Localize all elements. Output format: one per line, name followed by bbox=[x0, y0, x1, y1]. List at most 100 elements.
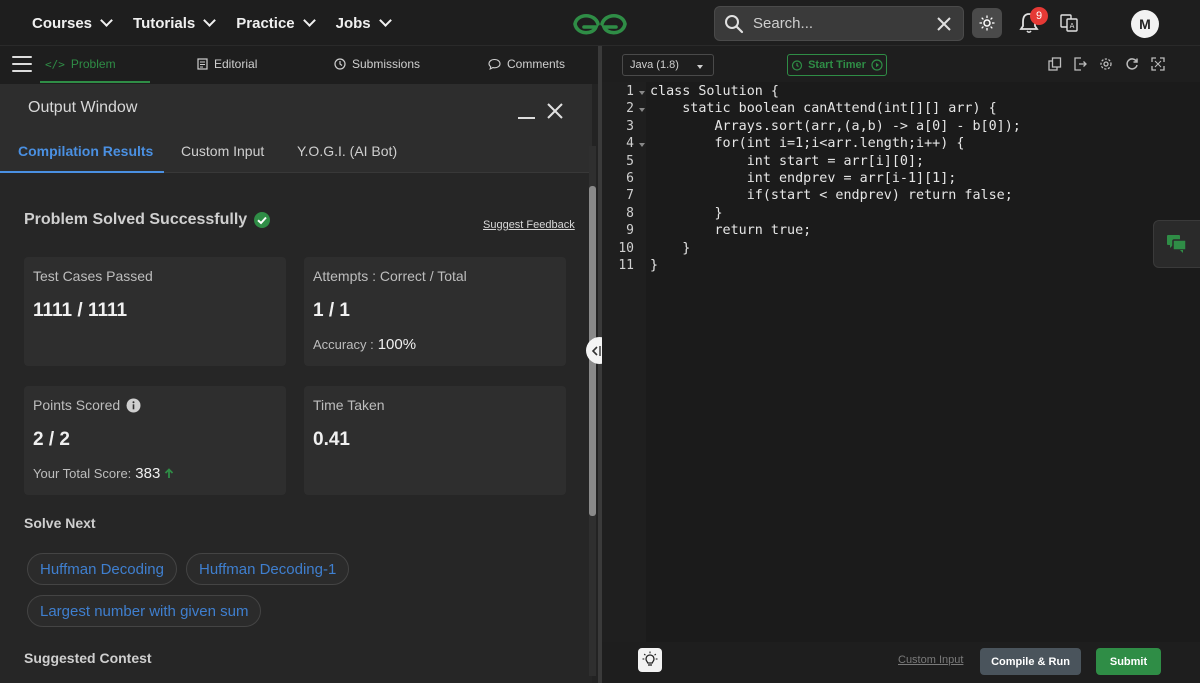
total-score-label: Your Total Score: bbox=[33, 466, 132, 481]
settings-icon[interactable] bbox=[1099, 57, 1113, 71]
top-nav: Courses Tutorials Practice Jobs 9 A M bbox=[0, 0, 1200, 46]
chevron-down-icon bbox=[100, 14, 113, 27]
code-line: class Solution { bbox=[650, 84, 779, 99]
line-number: 5 bbox=[626, 153, 634, 169]
attempts-value: 1 / 1 bbox=[313, 300, 350, 321]
points-card: Points Scored 2 / 2 Your Total Score: 38… bbox=[24, 386, 286, 495]
theme-toggle-button[interactable] bbox=[972, 8, 1002, 38]
fold-arrow-icon[interactable] bbox=[639, 108, 645, 113]
play-icon bbox=[871, 59, 883, 71]
solve-next-chip[interactable]: Huffman Decoding-1 bbox=[186, 553, 350, 585]
time-card: Time Taken 0.41 bbox=[304, 386, 566, 495]
start-timer-button[interactable]: Start Timer bbox=[787, 54, 887, 76]
search-box[interactable] bbox=[714, 6, 964, 41]
tests-value: 1111 / 1111 bbox=[33, 300, 128, 321]
total-score-row: Your Total Score: 383 bbox=[33, 465, 174, 482]
problem-panel: </> Problem Editorial Submissions Commen… bbox=[0, 46, 598, 683]
close-icon[interactable] bbox=[546, 102, 564, 120]
code-line: for(int i=1;i<arr.length;i++) { bbox=[650, 136, 965, 152]
gfg-logo[interactable] bbox=[571, 9, 629, 39]
line-number: 11 bbox=[618, 258, 634, 273]
accuracy-value: 100% bbox=[377, 336, 417, 353]
nav-jobs[interactable]: Jobs bbox=[335, 14, 392, 32]
fold-arrow-icon[interactable] bbox=[639, 143, 645, 148]
chevron-down-icon bbox=[203, 14, 217, 27]
tab-custom-input[interactable]: Custom Input bbox=[181, 143, 264, 159]
custom-input-link[interactable]: Custom Input bbox=[898, 654, 963, 666]
language-select[interactable]: Java (1.8) bbox=[622, 54, 714, 76]
code-line: int start = arr[i][0]; bbox=[650, 153, 925, 169]
tab-label: Problem bbox=[70, 57, 116, 71]
chat-button[interactable] bbox=[1153, 220, 1200, 268]
caret-down-icon bbox=[697, 65, 703, 69]
timer-label: Start Timer bbox=[808, 59, 866, 71]
tab-submissions[interactable]: Submissions bbox=[334, 46, 420, 82]
tab-label: Submissions bbox=[352, 57, 421, 71]
problem-tabs: </> Problem Editorial Submissions Commen… bbox=[0, 46, 598, 84]
line-number: 8 bbox=[626, 205, 634, 221]
editor-panel: Java (1.8) Start Timer 1 2 3 4 5 6 7 8 9… bbox=[602, 46, 1200, 683]
export-icon[interactable] bbox=[1073, 57, 1087, 71]
code-line: if(start < endprev) return false; bbox=[650, 188, 1013, 204]
suggest-feedback-link[interactable]: Suggest Feedback bbox=[483, 219, 575, 231]
accuracy-label: Accuracy : bbox=[313, 337, 374, 352]
minimize-icon[interactable] bbox=[518, 117, 535, 119]
tests-card: Test Cases Passed 1111 / 1111 bbox=[24, 257, 286, 366]
timer-icon bbox=[791, 60, 803, 71]
nav-label: Jobs bbox=[335, 14, 371, 32]
active-tab-indicator bbox=[40, 81, 150, 83]
check-circle-icon bbox=[254, 212, 271, 228]
avatar[interactable]: M bbox=[1131, 10, 1159, 38]
menu-icon[interactable] bbox=[12, 56, 32, 74]
translate-icon[interactable]: A bbox=[1060, 14, 1078, 32]
tab-label: Comments bbox=[507, 57, 566, 71]
info-icon[interactable] bbox=[126, 398, 141, 413]
close-icon[interactable] bbox=[935, 15, 953, 33]
compile-run-button[interactable]: Compile & Run bbox=[980, 648, 1081, 675]
fullscreen-icon[interactable] bbox=[1151, 57, 1165, 71]
tab-comments[interactable]: Comments bbox=[488, 46, 565, 82]
nav-practice[interactable]: Practice bbox=[236, 14, 316, 32]
line-number: 3 bbox=[626, 118, 634, 134]
solve-next-chip[interactable]: Largest number with given sum bbox=[27, 595, 262, 627]
status-heading: Problem Solved Successfully bbox=[24, 211, 271, 229]
line-number: 7 bbox=[626, 188, 634, 204]
attempts-card: Attempts : Correct / Total 1 / 1 Accurac… bbox=[304, 257, 566, 366]
notification-badge: 9 bbox=[1030, 7, 1048, 25]
hint-button[interactable] bbox=[638, 648, 662, 672]
tab-compilation-results[interactable]: Compilation Results bbox=[18, 143, 153, 159]
line-number: 1 bbox=[626, 84, 634, 99]
time-label: Time Taken bbox=[313, 397, 385, 413]
copy-icon[interactable] bbox=[1048, 57, 1062, 71]
points-label: Points Scored bbox=[33, 397, 121, 413]
editor-actions-bar: Custom Input Compile & Run Submit bbox=[602, 642, 1200, 683]
points-value: 2 / 2 bbox=[33, 429, 70, 450]
suggested-contest-heading: Suggested Contest bbox=[24, 650, 152, 666]
attempts-label: Attempts : Correct / Total bbox=[313, 268, 467, 284]
nav-label: Practice bbox=[236, 14, 295, 32]
refresh-icon[interactable] bbox=[1125, 57, 1139, 71]
tab-editorial[interactable]: Editorial bbox=[197, 46, 257, 82]
fold-arrow-icon[interactable] bbox=[639, 91, 645, 95]
code-line: } bbox=[650, 258, 659, 273]
search-input[interactable] bbox=[753, 15, 923, 32]
nav-courses[interactable]: Courses bbox=[32, 14, 113, 32]
arrow-up-icon bbox=[165, 468, 174, 478]
solve-next-chip[interactable]: Huffman Decoding bbox=[27, 553, 177, 585]
nav-label: Courses bbox=[32, 14, 93, 32]
nav-tutorials[interactable]: Tutorials bbox=[133, 14, 217, 32]
output-window-title: Output Window bbox=[28, 99, 138, 116]
submit-button[interactable]: Submit bbox=[1096, 648, 1161, 675]
points-label-row: Points Scored bbox=[33, 397, 141, 413]
code-editor[interactable]: 1 2 3 4 5 6 7 8 9 10 11 class Solution {… bbox=[602, 82, 1200, 642]
chat-icon bbox=[1167, 235, 1187, 253]
code-icon: </> bbox=[45, 57, 65, 71]
tab-problem[interactable]: </> Problem bbox=[45, 46, 116, 82]
time-value: 0.41 bbox=[313, 429, 350, 450]
solve-next-heading: Solve Next bbox=[24, 515, 96, 531]
line-number: 6 bbox=[626, 171, 634, 186]
output-window: Output Window Compilation Results Custom… bbox=[0, 84, 592, 683]
tab-yogi-bot[interactable]: Y.O.G.I. (AI Bot) bbox=[297, 143, 397, 159]
comment-icon bbox=[488, 58, 501, 70]
code-line: static boolean canAttend(int[][] arr) { bbox=[650, 101, 997, 117]
